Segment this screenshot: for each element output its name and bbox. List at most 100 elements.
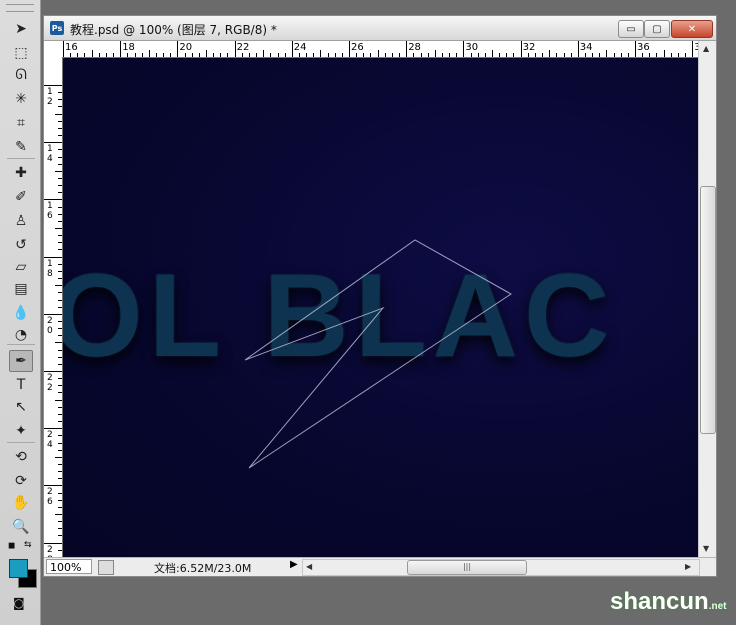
ruler-label: 12 [47,87,53,107]
zoom-tool-icon[interactable]: 🔍 [9,516,33,538]
status-bar: 100% 文档:6.52M/23.0M ▶ ◀ ||| ▶ [44,557,716,576]
ruler-label: 22 [236,42,250,53]
ruler-origin[interactable] [44,41,63,58]
path-selection-tool-icon[interactable]: ↖ [9,396,33,418]
dodge-tool-icon[interactable]: ◔ [9,324,33,346]
minimize-button[interactable]: ▭ [618,20,644,38]
ruler-minor-tick [58,149,62,151]
healing-brush-tool-icon[interactable]: ✚ [9,162,33,184]
close-button[interactable]: ✕ [671,20,713,38]
ruler-minor-tick [649,53,651,57]
zoom-field[interactable]: 100% [46,559,92,574]
ruler-minor-tick [98,53,100,57]
ruler-minor-tick [55,285,62,287]
ruler-label: 22 [47,373,53,393]
ruler-minor-tick [77,53,79,57]
ruler-minor-tick [492,50,493,57]
type-tool-icon[interactable]: T [9,374,33,396]
ruler-minor-tick [206,50,207,57]
maximize-button[interactable]: ▢ [644,20,670,38]
brush-tool-icon[interactable]: ✐ [9,186,33,208]
magic-wand-tool-icon[interactable]: ✳ [9,88,33,110]
panel-grip[interactable] [6,4,34,12]
ruler-minor-tick [284,53,286,57]
move-tool-icon[interactable]: ➤ [9,18,33,40]
scroll-up-icon[interactable]: ▲ [703,44,709,53]
eraser-tool-icon[interactable]: ▱ [9,256,33,278]
ruler-label: 28 [47,544,53,557]
ruler-minor-tick [58,177,62,179]
ruler-minor-tick [270,53,272,57]
eyedropper-tool-icon[interactable]: ✎ [9,136,33,158]
ruler-label: 16 [47,201,53,222]
pen-tool-icon[interactable]: ✒ [9,350,33,372]
ruler-minor-tick [670,53,672,57]
ruler-minor-tick [298,53,300,57]
ruler-tick [44,485,62,487]
ruler-tick [44,542,62,544]
marquee-tool-icon[interactable]: ⬚ [9,42,33,64]
ruler-tick [349,41,350,57]
ruler-label: 32 [522,42,536,53]
ruler-minor-tick [55,228,62,229]
swap-colors-icon[interactable]: ⇆ [24,540,32,550]
3d-orbit-tool-icon[interactable]: ⟳ [9,470,33,492]
ruler-minor-tick [477,53,479,57]
ruler-minor-tick [58,92,62,94]
hand-tool-icon[interactable]: ✋ [9,492,33,514]
ruler-label: 20 [179,42,193,53]
blur-tool-icon[interactable]: 💧 [9,302,33,324]
lasso-tool-icon[interactable]: ᘏ [9,64,33,86]
status-info-icon[interactable] [98,560,114,575]
gradient-tool-icon[interactable]: ▤ [9,278,33,300]
ruler-minor-tick [434,50,436,57]
canvas[interactable]: OL BLAC [63,58,698,557]
ruler-minor-tick [613,53,615,57]
horizontal-scrollbar[interactable]: ◀ ||| ▶ [302,559,700,576]
ruler-tick [44,256,62,258]
ruler-minor-tick [213,53,215,57]
document-title-bar[interactable]: Ps 教程.psd @ 100% (图层 7, RGB/8) * ▭ ▢ ✕ [44,16,716,41]
scroll-left-icon[interactable]: ◀ [306,562,312,571]
vertical-scrollbar[interactable]: ▲ ▼ [698,41,716,557]
toolbar-separator [7,158,35,159]
ruler-minor-tick [58,328,62,330]
ruler-minor-tick [58,413,62,415]
horizontal-ruler[interactable]: 161820222426283032343638 [62,41,698,58]
ruler-minor-tick [470,53,472,57]
tools-panel: ➤ ⬚ ᘏ ✳ ⌗ ✎ ✚ ✐ ♙ ↺ ▱ ▤ 💧 ◔ ✒ T ↖ ✦ ⟲ ⟳ ✋ 🔍 ◼ ⇆ ◙ [0,0,41,625]
default-colors-icon[interactable]: ◼ [8,541,15,551]
ruler-minor-tick [313,53,315,57]
status-menu-arrow-icon[interactable]: ▶ [290,559,298,570]
ruler-minor-tick [656,53,658,57]
pen-path [244,239,512,469]
ruler-minor-tick [198,53,200,57]
ruler-minor-tick [58,442,62,444]
toolbar-separator [7,442,35,443]
ruler-minor-tick [58,549,62,551]
crop-tool-icon[interactable]: ⌗ [9,112,33,134]
ruler-minor-tick [563,53,565,57]
custom-shape-tool-icon[interactable]: ✦ [9,420,33,442]
ruler-tick [44,428,62,430]
ruler-minor-tick [58,335,62,337]
ruler-minor-tick [58,106,62,108]
ruler-minor-tick [570,53,572,57]
3d-rotate-tool-icon[interactable]: ⟲ [9,446,33,468]
horizontal-scroll-thumb[interactable]: ||| [407,560,527,575]
ruler-minor-tick [391,53,393,57]
ruler-minor-tick [163,53,165,57]
clone-stamp-tool-icon[interactable]: ♙ [9,210,33,232]
quick-mask-icon[interactable]: ◙ [13,596,25,610]
vertical-ruler[interactable]: 12 14 16 18 20 22 24 26 28 [44,57,63,557]
history-brush-tool-icon[interactable]: ↺ [9,234,33,256]
ruler-minor-tick [685,53,687,57]
scroll-down-icon[interactable]: ▼ [703,544,709,553]
ruler-tick [177,41,179,57]
ruler-minor-tick [113,53,115,57]
scroll-right-icon[interactable]: ▶ [685,562,691,571]
ruler-minor-tick [248,53,250,57]
ruler-tick [635,41,636,57]
foreground-color-swatch[interactable] [9,559,28,578]
vertical-scroll-thumb[interactable] [700,186,716,434]
